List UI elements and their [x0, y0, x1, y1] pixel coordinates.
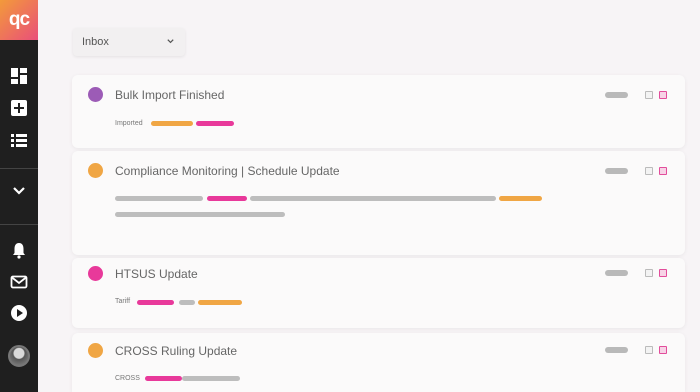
dashboard-icon[interactable]	[9, 66, 29, 86]
text-placeholder	[179, 300, 195, 305]
tag-label: CROSS	[115, 375, 140, 382]
tag-label: Imported	[115, 120, 143, 127]
add-icon[interactable]	[9, 98, 29, 118]
tag-pill	[145, 376, 182, 381]
notification-card[interactable]: Bulk Import Finished Imported	[72, 75, 685, 148]
sidebar-divider	[0, 168, 38, 169]
notification-card[interactable]: CROSS Ruling Update CROSS	[72, 333, 685, 392]
chevron-down-icon	[167, 39, 174, 44]
text-placeholder	[182, 376, 240, 381]
timestamp-placeholder	[605, 92, 628, 98]
status-dot	[88, 343, 103, 358]
tag-label: Tariff	[115, 298, 131, 305]
status-dot	[88, 266, 103, 281]
tag-pill	[137, 300, 174, 305]
notification-card[interactable]: Compliance Monitoring | Schedule Update	[72, 151, 685, 255]
timestamp-placeholder	[605, 347, 628, 353]
text-placeholder	[115, 212, 285, 217]
calendar-icon[interactable]	[659, 269, 667, 277]
text-placeholder	[250, 196, 496, 201]
tag-pill	[151, 121, 193, 126]
sidebar: qc	[0, 0, 38, 392]
calendar-icon[interactable]	[659, 91, 667, 99]
dropdown-selected-label: Inbox	[82, 36, 109, 48]
notification-title: HTSUS Update	[115, 267, 198, 281]
document-icon[interactable]	[645, 91, 653, 99]
play-icon[interactable]	[9, 303, 29, 323]
timestamp-placeholder	[605, 168, 628, 174]
list-icon[interactable]	[9, 130, 29, 150]
document-icon[interactable]	[645, 167, 653, 175]
notification-title: Compliance Monitoring | Schedule Update	[115, 164, 340, 178]
bell-icon[interactable]	[9, 240, 29, 260]
document-icon[interactable]	[645, 346, 653, 354]
notification-title: CROSS Ruling Update	[115, 344, 238, 358]
tag-pill	[499, 196, 542, 201]
tag-pill	[198, 300, 242, 305]
document-icon[interactable]	[645, 269, 653, 277]
notification-title: Bulk Import Finished	[115, 88, 225, 102]
tag-pill	[207, 196, 247, 201]
calendar-icon[interactable]	[659, 346, 667, 354]
status-dot	[88, 87, 103, 102]
chevron-down-icon[interactable]	[9, 181, 29, 201]
calendar-icon[interactable]	[659, 167, 667, 175]
tag-pill	[196, 121, 234, 126]
avatar[interactable]	[8, 345, 30, 367]
inbox-filter-dropdown[interactable]: Inbox	[73, 28, 185, 56]
text-placeholder	[115, 196, 203, 201]
status-dot	[88, 163, 103, 178]
mail-icon[interactable]	[9, 272, 29, 292]
notification-card[interactable]: HTSUS Update Tariff	[72, 258, 685, 328]
timestamp-placeholder	[605, 270, 628, 276]
sidebar-divider	[0, 224, 38, 225]
app-logo[interactable]: qc	[0, 0, 38, 40]
